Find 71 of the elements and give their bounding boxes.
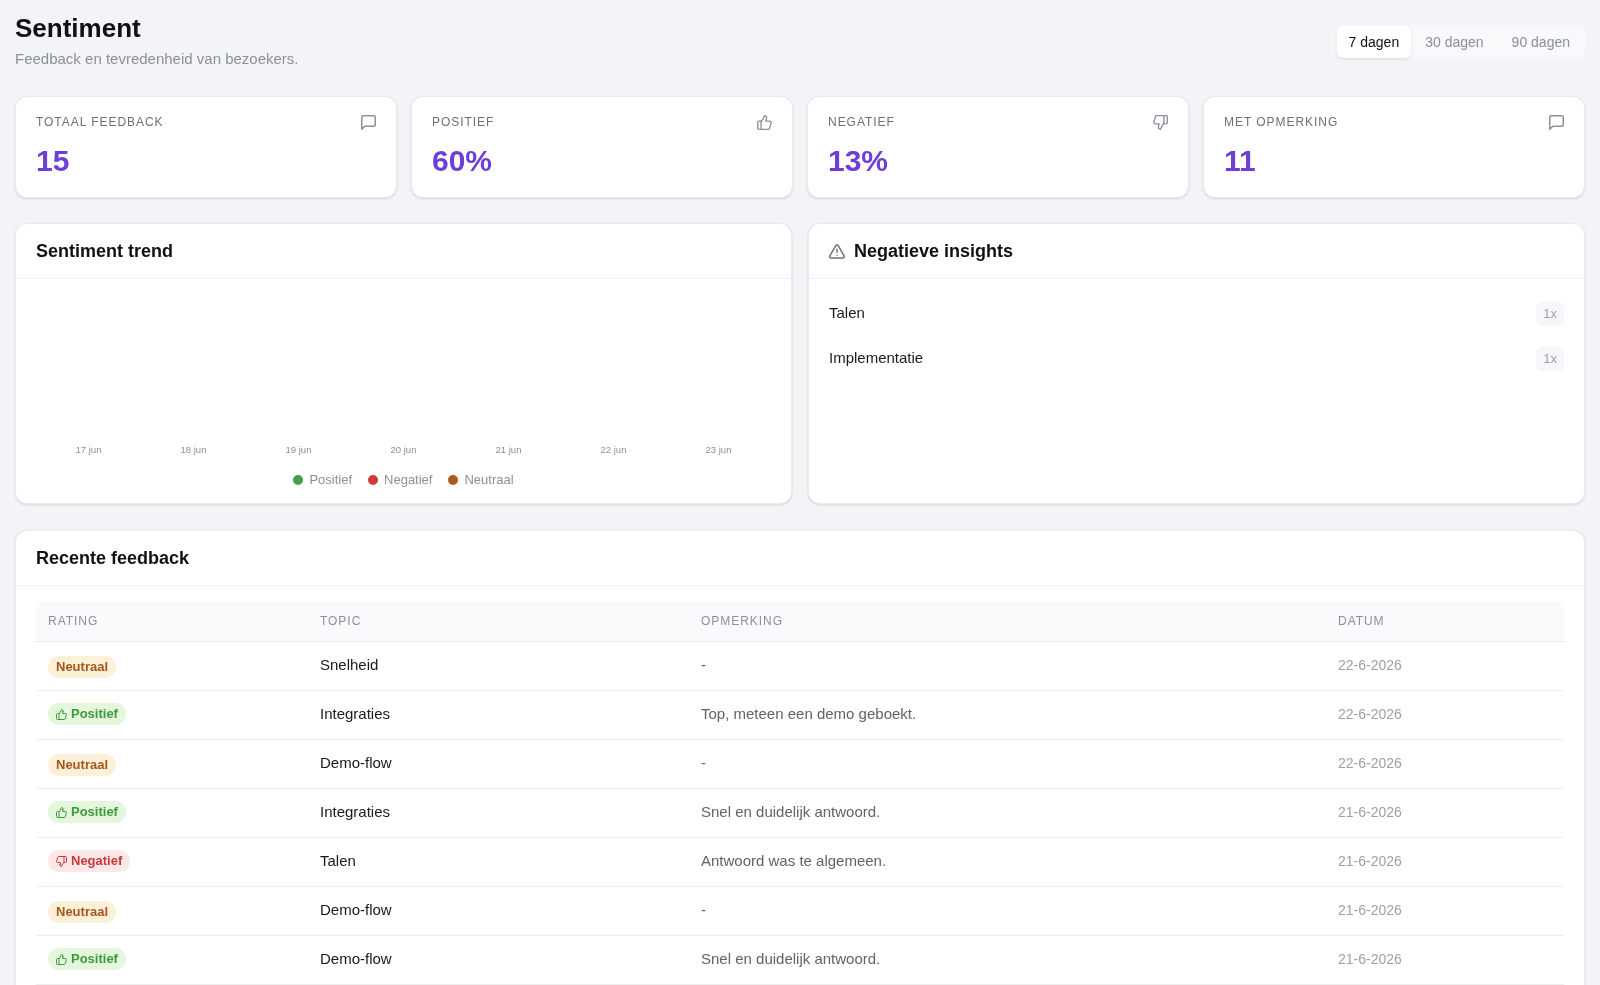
thumbs-up-icon: [56, 708, 67, 720]
table-cell: Talen: [308, 837, 689, 886]
panel-title: Negatieve insights: [854, 239, 1014, 263]
stat-label: POSITIEF: [432, 114, 495, 130]
stat-label: MET OPMERKING: [1224, 114, 1339, 130]
panel-title: Sentiment trend: [36, 239, 173, 263]
axis-label: 19 jun: [285, 443, 312, 457]
stat-label: NEGATIEF: [828, 114, 895, 130]
table-cell: Antwoord was te algemeen.: [689, 837, 1326, 886]
stat-value: 60%: [432, 143, 494, 179]
table-cell: Snel en duidelijk antwoord.: [689, 935, 1326, 984]
axis-label: 23 jun: [705, 443, 732, 457]
thumbs-down-icon: [1153, 114, 1168, 130]
rating-label: Negatief: [71, 853, 123, 869]
stat-label: TOTAAL FEEDBACK: [36, 114, 164, 130]
table-cell: Integraties: [308, 690, 689, 739]
warning-icon: [829, 243, 845, 259]
period-tab[interactable]: 7 dagen: [1336, 26, 1412, 58]
column-header: TOPIC: [308, 602, 689, 641]
panel-title: Recente feedback: [36, 546, 190, 570]
rating-label: Neutraal: [56, 756, 109, 773]
table-cell: Integraties: [308, 788, 689, 837]
legend-label: Positief: [309, 472, 353, 488]
axis-label: 22 jun: [600, 443, 627, 457]
column-header: RATING: [36, 602, 308, 641]
table-cell: 22-6-2026: [1326, 690, 1564, 739]
chat-bubble-icon: [361, 114, 376, 130]
table-cell: 21-6-2026: [1326, 837, 1564, 886]
axis-label: 18 jun: [180, 443, 207, 457]
table-cell: Demo-flow: [308, 886, 689, 935]
thumbs-up-icon: [757, 114, 772, 130]
table-cell: 22-6-2026: [1326, 739, 1564, 788]
table-cell: Top, meteen een demo geboekt.: [689, 690, 1326, 739]
legend-label: Negatief: [384, 472, 433, 488]
period-tab[interactable]: 30 dagen: [1411, 26, 1498, 58]
rating-label: Neutraal: [56, 903, 109, 920]
table-cell: 21-6-2026: [1326, 935, 1564, 984]
table-cell: 21-6-2026: [1326, 788, 1564, 837]
column-header: DATUM: [1326, 602, 1564, 641]
table-cell: -: [689, 641, 1326, 690]
table-cell: -: [689, 886, 1326, 935]
table-cell: 21-6-2026: [1326, 886, 1564, 935]
table-cell: Snel en duidelijk antwoord.: [689, 788, 1326, 837]
stat-value: 13%: [828, 143, 890, 179]
count-tag: 1x: [1536, 301, 1564, 326]
page-title: Sentiment: [15, 13, 142, 43]
table-cell: -: [689, 739, 1326, 788]
insight-topic: Implementatie: [829, 348, 924, 369]
thumbs-up-icon: [56, 806, 67, 818]
legend-label: Neutraal: [464, 472, 514, 488]
thumbs-up-icon: [56, 953, 67, 965]
table-cell: Demo-flow: [308, 935, 689, 984]
period-tab[interactable]: 90 dagen: [1497, 26, 1584, 58]
insight-topic: Talen: [829, 303, 865, 324]
rating-label: Neutraal: [56, 658, 109, 675]
rating-label: Positief: [71, 804, 118, 820]
chat-bubble-icon: [1549, 114, 1564, 130]
page-subtitle: Feedback en tevredenheid van bezoekers.: [15, 49, 299, 69]
axis-label: 20 jun: [390, 443, 417, 457]
axis-label: 17 jun: [75, 443, 102, 457]
thumbs-down-icon: [56, 855, 67, 867]
table-cell: Snelheid: [308, 641, 689, 690]
rating-label: Positief: [71, 951, 118, 967]
axis-label: 21 jun: [495, 443, 522, 457]
rating-label: Positief: [71, 706, 118, 722]
count-tag: 1x: [1536, 346, 1564, 371]
column-header: OPMERKING: [689, 602, 1326, 641]
stat-value: 15: [36, 143, 71, 179]
table-cell: 22-6-2026: [1326, 641, 1564, 690]
stat-value: 11: [1224, 143, 1257, 179]
table-cell: Demo-flow: [308, 739, 689, 788]
